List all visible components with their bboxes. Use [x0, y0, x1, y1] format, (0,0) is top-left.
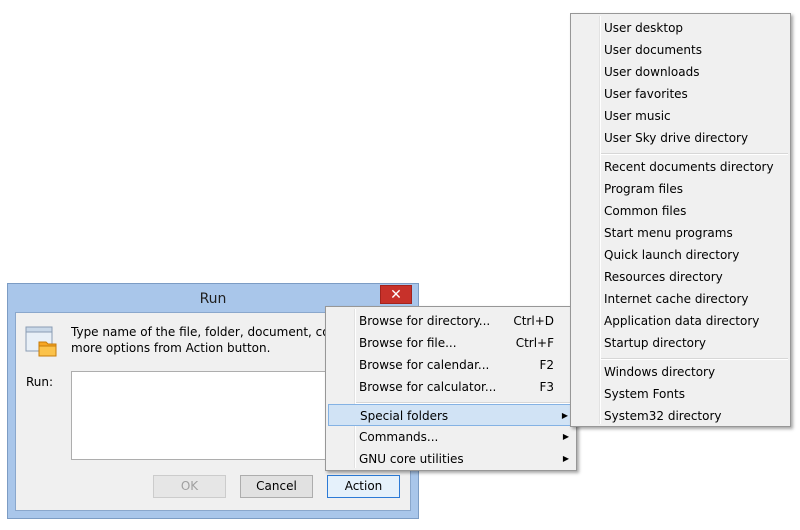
menu-item-browse-calculator[interactable]: Browse for calculator... F3 — [328, 376, 574, 398]
menu-item-user-downloads[interactable]: User downloads — [573, 61, 788, 83]
menu-item-label: GNU core utilities — [359, 452, 464, 466]
menu-item-windows-directory[interactable]: Windows directory — [573, 361, 788, 383]
menu-item-label: User downloads — [604, 65, 700, 79]
menu-item-label: Resources directory — [604, 270, 723, 284]
menu-item-label: User favorites — [604, 87, 688, 101]
menu-item-label: Common files — [604, 204, 687, 218]
menu-item-recent-documents[interactable]: Recent documents directory — [573, 156, 788, 178]
cancel-button[interactable]: Cancel — [240, 475, 313, 498]
menu-item-common-files[interactable]: Common files — [573, 200, 788, 222]
menu-item-label: User Sky drive directory — [604, 131, 749, 145]
menu-separator — [601, 153, 788, 155]
menu-item-startup-directory[interactable]: Startup directory — [573, 332, 788, 354]
menu-item-shortcut: Ctrl+D — [513, 314, 554, 328]
menu-item-label: Startup directory — [604, 336, 707, 350]
description-line-2: more options from Action button. — [71, 341, 271, 355]
menu-item-label: User documents — [604, 43, 702, 57]
submenu-arrow-icon: ▶ — [562, 454, 569, 463]
menu-item-label: Browse for calendar... — [359, 358, 490, 372]
menu-item-label: Quick launch directory — [604, 248, 740, 262]
menu-item-shortcut: F2 — [539, 358, 554, 372]
menu-item-user-desktop[interactable]: User desktop — [573, 17, 788, 39]
menu-item-commands[interactable]: Commands... ▶ — [328, 426, 574, 448]
menu-item-label: User desktop — [604, 21, 684, 35]
menu-item-label: Recent documents directory — [604, 160, 774, 174]
run-input[interactable] — [71, 371, 341, 460]
menu-separator — [601, 358, 788, 360]
menu-item-internet-cache[interactable]: Internet cache directory — [573, 288, 788, 310]
action-button[interactable]: Action — [327, 475, 400, 498]
menu-item-browse-directory[interactable]: Browse for directory... Ctrl+D — [328, 310, 574, 332]
menu-item-start-menu-programs[interactable]: Start menu programs — [573, 222, 788, 244]
action-menu: Browse for directory... Ctrl+D Browse fo… — [325, 306, 577, 471]
menu-item-user-sky-drive[interactable]: User Sky drive directory — [573, 127, 788, 149]
menu-item-label: System Fonts — [604, 387, 685, 401]
menu-item-label: Start menu programs — [604, 226, 733, 240]
menu-item-label: Special folders — [360, 409, 449, 423]
menu-item-system-fonts[interactable]: System Fonts — [573, 383, 788, 405]
menu-item-browse-file[interactable]: Browse for file... Ctrl+F — [328, 332, 574, 354]
menu-item-quick-launch[interactable]: Quick launch directory — [573, 244, 788, 266]
dialog-description: Type name of the file, folder, document,… — [71, 324, 341, 356]
menu-item-label: User music — [604, 109, 671, 123]
menu-item-application-data[interactable]: Application data directory — [573, 310, 788, 332]
menu-item-label: Program files — [604, 182, 683, 196]
special-folders-menu: User desktop User documents User downloa… — [570, 13, 791, 427]
menu-item-label: Browse for directory... — [359, 314, 491, 328]
menu-item-gnu-core-utilities[interactable]: GNU core utilities ▶ — [328, 448, 574, 470]
menu-item-resources-directory[interactable]: Resources directory — [573, 266, 788, 288]
description-line-1: Type name of the file, folder, document,… — [71, 325, 341, 339]
menu-item-system32-directory[interactable]: System32 directory — [573, 405, 788, 427]
menu-item-special-folders[interactable]: Special folders ▶ — [328, 404, 574, 426]
ok-button[interactable]: OK — [153, 475, 226, 498]
menu-item-shortcut: Ctrl+F — [515, 336, 554, 350]
menu-item-user-music[interactable]: User music — [573, 105, 788, 127]
menu-item-label: Browse for file... — [359, 336, 457, 350]
menu-item-shortcut: F3 — [539, 380, 554, 394]
menu-item-label: Internet cache directory — [604, 292, 749, 306]
menu-item-label: System32 directory — [604, 409, 722, 423]
menu-item-label: Commands... — [359, 430, 439, 444]
menu-item-program-files[interactable]: Program files — [573, 178, 788, 200]
submenu-arrow-icon: ▶ — [562, 432, 569, 441]
close-button[interactable]: ✕ — [380, 285, 412, 304]
menu-item-user-documents[interactable]: User documents — [573, 39, 788, 61]
menu-item-browse-calendar[interactable]: Browse for calendar... F2 — [328, 354, 574, 376]
menu-item-label: Windows directory — [604, 365, 716, 379]
menu-item-label: Application data directory — [604, 314, 760, 328]
menu-item-user-favorites[interactable]: User favorites — [573, 83, 788, 105]
menu-item-label: Browse for calculator... — [359, 380, 497, 394]
submenu-arrow-icon: ▶ — [561, 411, 568, 420]
run-label: Run: — [26, 375, 54, 389]
run-app-icon — [25, 326, 57, 357]
